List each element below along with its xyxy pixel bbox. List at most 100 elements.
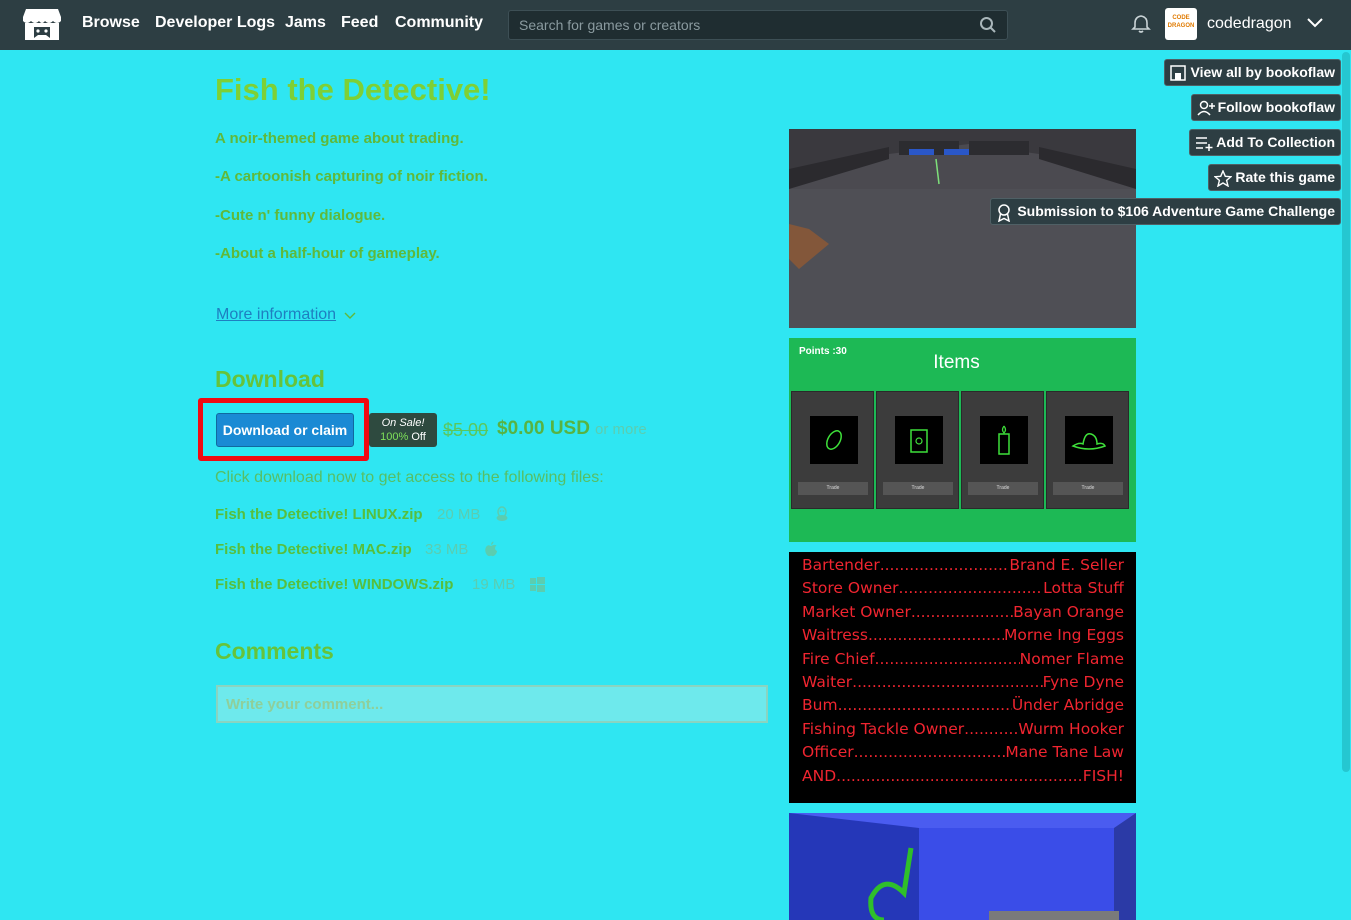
item-image xyxy=(980,416,1028,464)
sale-price: $0.00 USD xyxy=(497,418,590,439)
credit-name: Brand E. Seller xyxy=(1009,556,1124,574)
file-name-linux: Fish the Detective! LINUX.zip xyxy=(215,506,423,523)
nav-community[interactable]: Community xyxy=(395,14,483,32)
download-heading: Download xyxy=(215,366,325,392)
credit-dots xyxy=(899,577,1044,600)
credits-row: AND FISH! xyxy=(802,765,1124,788)
trade-button: Trade xyxy=(883,482,953,495)
screenshot-credits[interactable]: Bartender Brand E. Seller Store Owner Lotta… xyxy=(789,552,1136,803)
item-card: Trade xyxy=(961,391,1044,509)
top-bar: Browse Developer Logs Jams Feed Communit… xyxy=(0,0,1351,50)
credits-row: Officer Mane Tane Law xyxy=(802,741,1124,764)
item-image xyxy=(1065,416,1113,464)
items-title: Items xyxy=(933,352,980,373)
page-scrollbar[interactable] xyxy=(1342,52,1350,772)
file-size-mac: 33 MB xyxy=(425,541,469,558)
credit-dots xyxy=(911,601,1013,624)
credit-dots xyxy=(854,741,1006,764)
follow-label: Follow bookoflaw xyxy=(1217,99,1335,115)
search-box xyxy=(508,10,1008,40)
sale-discount: 100% Off xyxy=(369,430,437,444)
file-name-mac: Fish the Detective! MAC.zip xyxy=(215,541,412,558)
comments-heading: Comments xyxy=(215,638,334,664)
credit-dots xyxy=(875,648,1020,671)
username[interactable]: codedragon xyxy=(1207,15,1292,33)
chevron-down-icon[interactable] xyxy=(344,311,356,321)
download-or-claim-button[interactable]: Download or claim xyxy=(216,413,354,447)
nav-browse[interactable]: Browse xyxy=(82,14,140,32)
town-scene-image xyxy=(789,129,1136,328)
chevron-down-icon[interactable] xyxy=(1306,16,1324,30)
credit-name: Lotta Stuff xyxy=(1043,579,1124,598)
credits-list: Bartender Brand E. Seller Store Owner Lotta… xyxy=(802,554,1124,788)
windows-icon xyxy=(530,577,545,592)
item-image xyxy=(810,416,858,464)
bell-icon[interactable] xyxy=(1131,14,1151,34)
file-size-linux: 20 MB xyxy=(437,506,481,523)
jam-submission-button[interactable]: Submission to $106 Adventure Game Challe… xyxy=(990,198,1341,225)
credit-name: FISH! xyxy=(1082,766,1124,785)
credit-name: Nomer Flame xyxy=(1019,649,1124,668)
follow-button[interactable]: Follow bookoflaw xyxy=(1190,94,1341,121)
credit-dots xyxy=(964,718,1018,741)
credit-role: Bartender xyxy=(802,556,880,574)
screenshot-room[interactable] xyxy=(789,813,1136,920)
nav-feed[interactable]: Feed xyxy=(341,14,378,32)
item-card: Trade xyxy=(791,391,874,509)
search-input[interactable] xyxy=(509,11,969,39)
credit-dots xyxy=(836,765,1083,788)
add-to-collection-label: Add To Collection xyxy=(1216,134,1335,150)
credit-role: Officer xyxy=(802,743,854,762)
search-icon[interactable] xyxy=(979,16,997,34)
credits-row: Store Owner Lotta Stuff xyxy=(802,577,1124,600)
credits-row: Bum Ünder Abridge xyxy=(802,694,1124,717)
item-card: Trade xyxy=(1046,391,1129,509)
credit-role: Store Owner xyxy=(802,579,899,598)
view-all-button[interactable]: View all by bookoflaw xyxy=(1163,59,1341,86)
award-icon xyxy=(998,204,1011,222)
comment-input[interactable] xyxy=(216,685,768,723)
view-all-label: View all by bookoflaw xyxy=(1190,64,1335,80)
description-line: A noir-themed game about trading. xyxy=(215,130,464,147)
nav-developer-logs[interactable]: Developer Logs xyxy=(155,14,275,32)
credit-role: Bum xyxy=(802,696,838,715)
file-name-windows: Fish the Detective! WINDOWS.zip xyxy=(215,576,454,593)
room-scene-image xyxy=(789,813,1136,920)
avatar-text: CODE DRAGON xyxy=(1167,15,1195,29)
credits-row: Bartender Brand E. Seller xyxy=(802,554,1124,577)
itchio-logo-icon[interactable] xyxy=(22,7,62,43)
item-image xyxy=(895,416,943,464)
credit-role: Waiter xyxy=(802,673,853,692)
credit-name: Morne Ing Eggs xyxy=(1004,626,1124,645)
credits-row: Fishing Tackle Owner Wurm Hooker xyxy=(802,718,1124,741)
add-to-collection-button[interactable]: Add To Collection xyxy=(1189,129,1341,156)
bag-icon xyxy=(910,429,928,453)
credit-role: Fishing Tackle Owner xyxy=(802,719,965,738)
credits-row: Market Owner Bayan Orange xyxy=(802,601,1124,624)
coin-icon xyxy=(826,430,842,450)
rate-game-button[interactable]: Rate this game xyxy=(1208,164,1341,191)
apple-icon xyxy=(485,541,497,557)
screenshot-items[interactable]: Points :30 Items Trade Trade Trade Trade xyxy=(789,338,1136,542)
credit-name: Bayan Orange xyxy=(1013,602,1124,621)
original-price: $5.00 xyxy=(443,420,489,440)
star-icon xyxy=(1214,170,1233,187)
rate-game-label: Rate this game xyxy=(1235,169,1335,185)
more-information-link[interactable]: More information xyxy=(216,306,336,324)
sale-percent: 100% xyxy=(380,431,409,443)
avatar[interactable]: CODE DRAGON xyxy=(1165,8,1197,40)
credit-name: Fyne Dyne xyxy=(1042,673,1124,692)
credit-role: Waitress xyxy=(802,626,868,645)
sale-label: On Sale! xyxy=(381,417,425,429)
trade-button: Trade xyxy=(798,482,868,495)
nav-jams[interactable]: Jams xyxy=(285,14,326,32)
credit-role: AND xyxy=(802,766,837,785)
credit-dots xyxy=(868,624,1004,647)
sale-badge: On Sale! 100% Off xyxy=(369,413,437,447)
game-title: Fish the Detective! xyxy=(215,72,491,107)
trade-button: Trade xyxy=(968,482,1038,495)
screenshot-town[interactable] xyxy=(789,129,1136,328)
playlist-add-icon xyxy=(1196,137,1213,151)
file-size-windows: 19 MB xyxy=(472,576,516,593)
trade-button: Trade xyxy=(1053,482,1123,495)
